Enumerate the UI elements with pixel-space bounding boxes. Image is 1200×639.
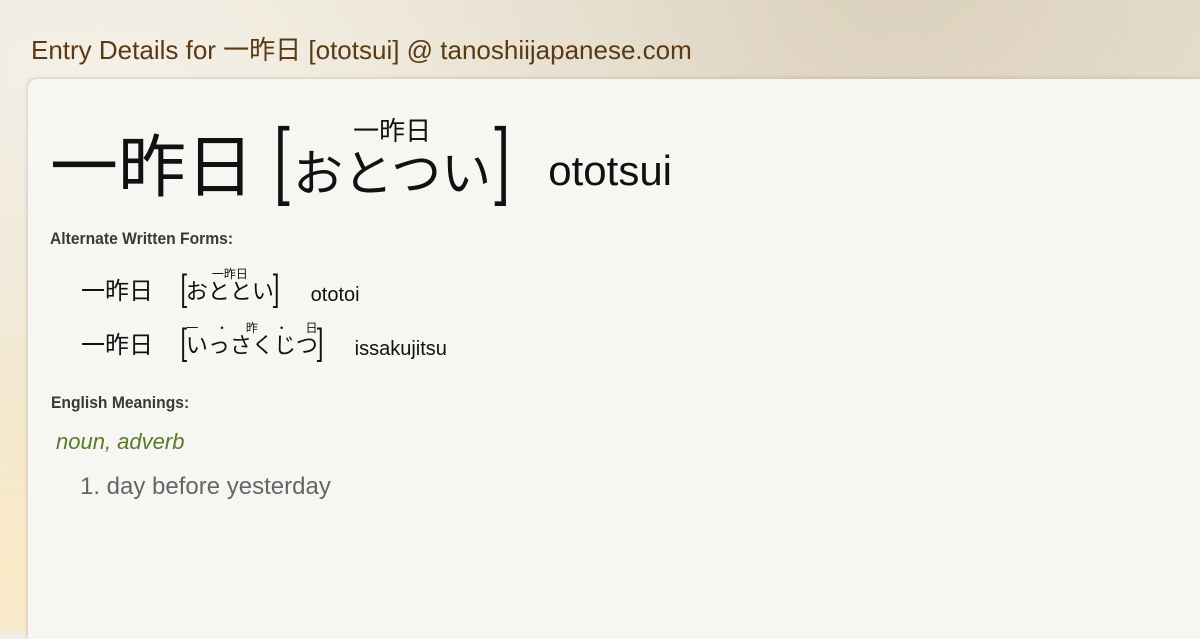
main-entry-heading: 一昨日 [ 一昨日 おとつい ] ototsui xyxy=(50,109,672,209)
alt-furigana: 一昨日 xyxy=(211,267,248,281)
alt-romaji: issakujitsu xyxy=(354,338,447,360)
entry-panel: 一昨日 [ 一昨日 おとつい ] ototsui Alternate Writt… xyxy=(28,79,1200,639)
entry-kanji: 一昨日 xyxy=(50,129,255,208)
open-bracket: [ xyxy=(180,268,189,312)
alternate-forms-label: Alternate Written Forms: xyxy=(50,229,234,248)
page-title: Entry Details for 一昨日 [ototsui] @ tanosh… xyxy=(31,35,692,65)
open-bracket: [ xyxy=(180,322,189,366)
entry-reading: 一昨日 おとつい xyxy=(293,119,491,199)
close-bracket: ] xyxy=(271,268,280,312)
english-meanings-label: English Meanings: xyxy=(51,393,190,412)
alt-furigana: 一 ・ 昨 ・ 日 xyxy=(186,321,318,335)
alt-kanji: 一昨日 xyxy=(81,331,153,359)
entry-kana: おとつい xyxy=(293,145,492,203)
alt-kana: おととい xyxy=(185,280,274,305)
alt-reading: 一昨日 おととい xyxy=(186,268,274,304)
alternate-form-item: 一昨日 [ 一昨日 おととい ] ototoi xyxy=(81,259,360,309)
alt-romaji: ototoi xyxy=(310,284,360,306)
definition-item: 1. day before yesterday xyxy=(80,473,331,500)
close-bracket: ] xyxy=(491,111,511,216)
entry-romaji: ototsui xyxy=(548,147,673,194)
alt-kana: いっさくじつ xyxy=(185,334,318,359)
close-bracket: ] xyxy=(315,322,324,366)
alt-reading: 一 ・ 昨 ・ 日 いっさくじつ xyxy=(186,322,318,358)
alternate-form-item: 一昨日 [ 一 ・ 昨 ・ 日 いっさくじつ ] issakujitsu xyxy=(81,313,447,363)
part-of-speech: noun, adverb xyxy=(56,429,185,454)
entry-furigana: 一昨日 xyxy=(353,117,432,147)
open-bracket: [ xyxy=(273,111,294,216)
alt-kanji: 一昨日 xyxy=(81,277,153,305)
